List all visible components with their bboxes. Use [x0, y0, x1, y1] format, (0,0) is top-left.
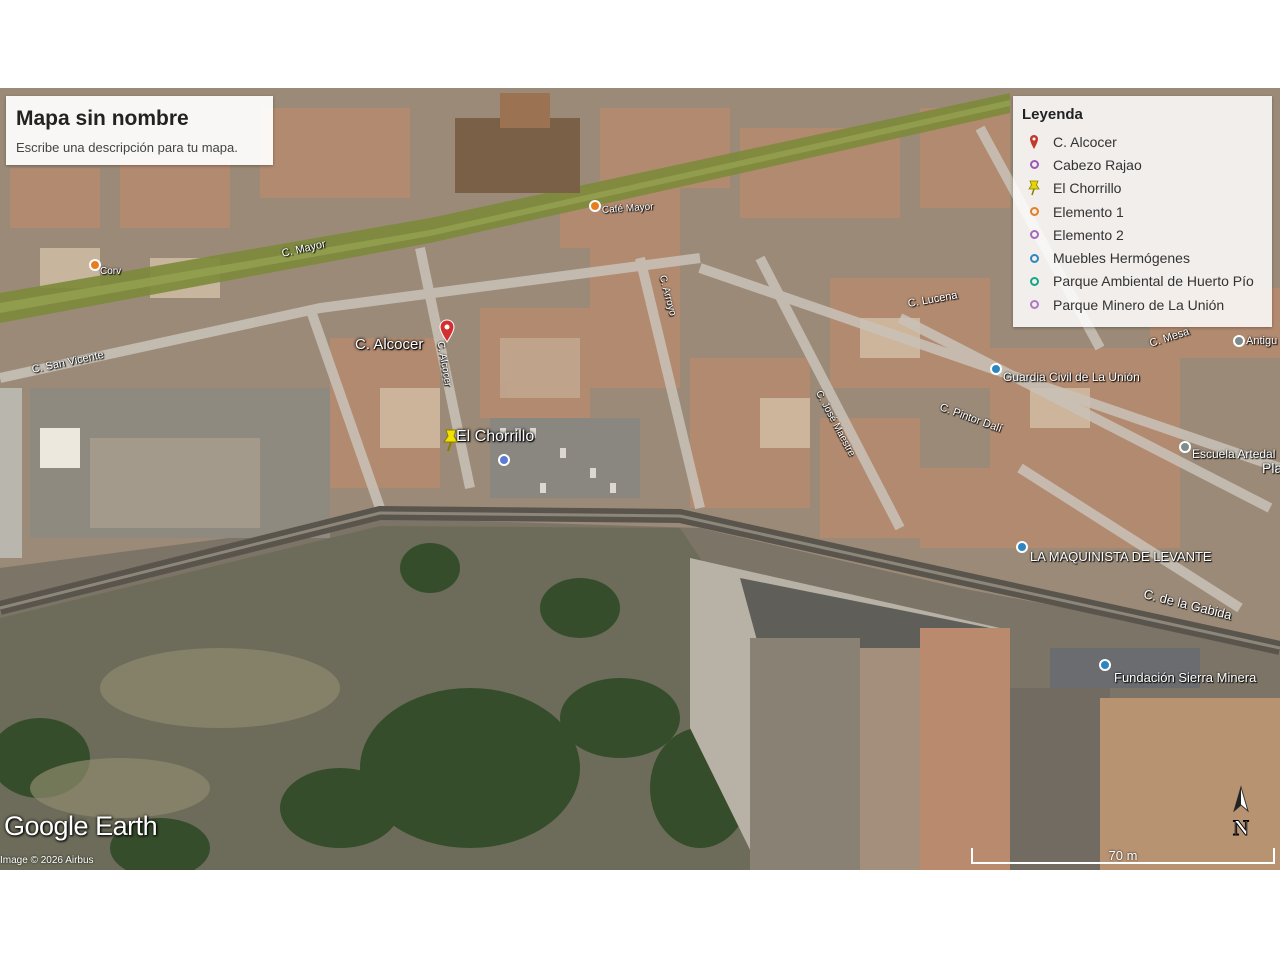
legend-item[interactable]: C. Alcocer — [1023, 130, 1254, 153]
poi-corv-label: Corv — [100, 266, 122, 277]
compass-label: N — [1233, 815, 1249, 840]
scale-label: 70 m — [1108, 848, 1138, 863]
poi-escuela-label: Escuela Artedal — [1192, 447, 1276, 461]
placemark-chorrillo-label: El Chorrillo — [456, 428, 535, 445]
poi-guardia-marker[interactable] — [990, 363, 1002, 375]
blue-circle-icon — [1023, 249, 1045, 267]
map-description[interactable]: Escribe una descripción para tu mapa. — [16, 140, 238, 155]
poi-antigu-marker[interactable] — [1233, 335, 1245, 347]
yellow-pushpin-icon — [1023, 179, 1045, 197]
orange-circle-icon — [1023, 203, 1045, 221]
map-title-panel: Mapa sin nombre Escribe una descripción … — [6, 96, 273, 165]
purple-circle-icon — [1023, 156, 1045, 174]
scale-bar: 70 m — [971, 848, 1275, 864]
poi-guardia-label: Guardia Civil de La Unión — [1003, 370, 1140, 384]
legend-item-label: Elemento 1 — [1053, 203, 1124, 220]
red-pin-icon — [1023, 133, 1045, 151]
parking-marker[interactable] — [498, 454, 510, 466]
legend-item-label: Cabezo Rajao — [1053, 156, 1142, 173]
legend-item-label: Parque Ambiental de Huerto Pío — [1053, 273, 1254, 290]
poi-antigu-label: Antigu — [1246, 335, 1278, 347]
legend-list: C. Alcocer Cabezo Rajao El Chorrillo Ele… — [1023, 130, 1254, 316]
legend-item[interactable]: Parque Ambiental de Huerto Pío — [1023, 270, 1254, 293]
teal-circle-icon — [1023, 272, 1045, 290]
map-title[interactable]: Mapa sin nombre — [16, 107, 189, 131]
poi-cafe-marker[interactable] — [589, 200, 601, 212]
legend-panel: Leyenda C. Alcocer Cabezo Rajao El Chorr… — [1013, 96, 1272, 327]
legend-item[interactable]: Elemento 1 — [1023, 200, 1254, 223]
poi-escuela-marker[interactable] — [1179, 441, 1191, 453]
legend-item-label: El Chorrillo — [1053, 180, 1122, 197]
google-earth-logo: Google Earth — [4, 811, 158, 841]
red-pin-icon[interactable] — [439, 319, 455, 343]
placemark-alcocer-label: C. Alcocer — [355, 336, 424, 353]
legend-item[interactable]: El Chorrillo — [1023, 177, 1254, 200]
legend-item[interactable]: Muebles Hermógenes — [1023, 246, 1254, 269]
poi-fundacion-marker[interactable] — [1099, 659, 1111, 671]
legend-item-label: Muebles Hermógenes — [1053, 250, 1190, 267]
legend-item-label: Parque Minero de La Unión — [1053, 296, 1225, 313]
poi-fundacion-label: Fundación Sierra Minera — [1114, 670, 1257, 685]
imagery-credit: Image © 2026 Airbus — [0, 855, 94, 866]
legend-item[interactable]: Cabezo Rajao — [1023, 153, 1254, 176]
compass-north-icon[interactable]: N — [1228, 785, 1254, 841]
poi-pla-label: Pla — [1262, 460, 1280, 476]
legend-title: Leyenda — [1022, 106, 1083, 123]
poi-maquinista-label: LA MAQUINISTA DE LEVANTE — [1030, 549, 1212, 564]
legend-item-label: C. Alcocer — [1053, 133, 1117, 150]
legend-item-label: Elemento 2 — [1053, 226, 1124, 243]
lavender-circle-icon — [1023, 296, 1045, 314]
violet-circle-icon — [1023, 226, 1045, 244]
poi-maquinista-marker[interactable] — [1016, 541, 1028, 553]
legend-item[interactable]: Elemento 2 — [1023, 223, 1254, 246]
legend-item[interactable]: Parque Minero de La Unión — [1023, 293, 1254, 316]
